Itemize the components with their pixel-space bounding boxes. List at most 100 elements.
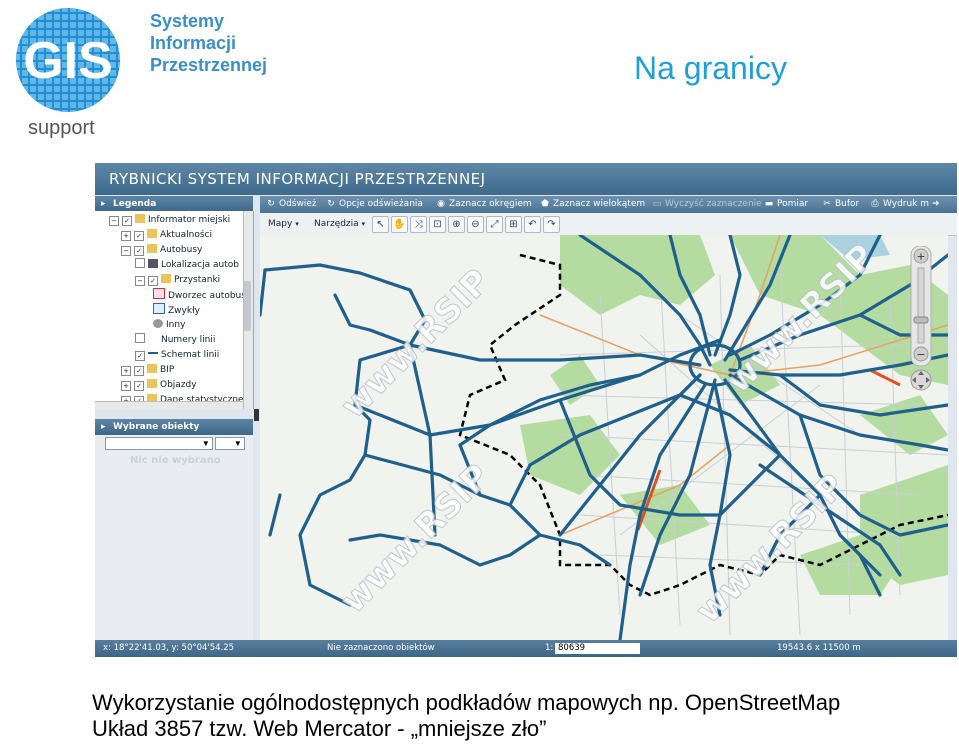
arrow-right-icon: ➜ [932, 199, 940, 209]
layer-select[interactable]: ▼ [105, 437, 213, 450]
next-view-tool[interactable]: ↷ [543, 216, 560, 233]
expand-icon[interactable]: − [135, 276, 145, 286]
previous-view-tool[interactable]: ↶ [524, 216, 541, 233]
buffer-icon: ✂ [823, 199, 831, 209]
select-circle-button[interactable]: ◉ Zaznacz okręgiem [436, 196, 532, 213]
selected-panel-header[interactable]: Wybrane obiekty [95, 419, 253, 435]
tree-item[interactable]: − ✓ Przystanki [135, 273, 220, 287]
tree-item[interactable]: Lokalizacja autob [135, 258, 239, 272]
zoom-control: + − [907, 245, 935, 391]
horizontal-scrollbar[interactable] [95, 401, 243, 409]
refresh-icon: ↻ [267, 199, 275, 209]
chevron-down-icon: ▾ [361, 220, 366, 228]
checkbox[interactable] [135, 333, 145, 343]
status-bar: x: 18°22'41.03, y: 50°04'54.25 Nie zazna… [95, 640, 957, 657]
tree-item[interactable]: Zwykły [153, 303, 200, 317]
map-view[interactable]: www.RSIP www.RSIP www.RSIP www.RSIP [260, 235, 948, 640]
zoom-in-tool[interactable]: ⊕ [448, 216, 465, 233]
logo-text: GIS [23, 32, 113, 90]
slide-caption: Wykorzystanie ogólnodostępnych podkładów… [92, 690, 840, 742]
chevron-down-icon: ▾ [295, 220, 299, 228]
pointer-icon: ↖ [376, 219, 385, 230]
checkbox[interactable]: ✓ [148, 276, 158, 286]
object-select[interactable]: ▼ [215, 437, 245, 450]
zoom-out-icon: ⊖ [471, 219, 480, 230]
panel-splitter-handle[interactable] [254, 409, 259, 421]
checkbox[interactable]: ✓ [135, 351, 145, 361]
gis-logo: GIS support [6, 6, 134, 139]
bus-stop-icon [153, 303, 165, 314]
zoom-slider-handle[interactable] [913, 316, 929, 324]
caption-line-1: Wykorzystanie ogólnodostępnych podkładów… [92, 690, 841, 715]
next-view-icon: ↷ [547, 219, 556, 230]
pointer-tool[interactable]: ↖ [372, 216, 389, 233]
folder-icon [161, 274, 171, 283]
zoom-extent-icon: ⤢ [490, 219, 499, 230]
coordinates-readout: x: 18°22'41.03, y: 50°04'54.25 [103, 643, 235, 653]
print-button[interactable]: ⎙ Wydruk m ➜ [870, 196, 940, 213]
tree-item[interactable]: Dworzec autobus [153, 288, 246, 302]
zoom-box-icon: ⊡ [433, 219, 442, 230]
maps-menu[interactable]: Mapy ▾ [268, 213, 299, 235]
route-tool[interactable]: ⤨ [410, 216, 427, 233]
zoom-slider-track[interactable] [917, 267, 925, 344]
zoom-selection-tool[interactable]: ⊞ [505, 216, 522, 233]
gis-app-window: RYBNICKI SYSTEM INFORMACJI PRZESTRZENNEJ… [95, 163, 957, 657]
tree-item[interactable]: + ✓ Objazdy [121, 378, 197, 392]
expand-icon[interactable]: − [109, 216, 119, 226]
tree-item[interactable]: ✓ Schemat linii [135, 348, 219, 362]
checkbox[interactable] [135, 258, 145, 268]
zoom-in-icon: ⊕ [452, 219, 461, 230]
org-line-3: Przestrzennej [150, 55, 268, 75]
pan-tool[interactable]: ✋ [391, 216, 408, 233]
route-icon: ⤨ [414, 219, 423, 230]
clear-selection-button[interactable]: ▭ Wyczyść zaznaczenie [652, 196, 762, 213]
map-canvas[interactable]: www.RSIP www.RSIP www.RSIP www.RSIP [260, 235, 948, 640]
svg-text:+: + [916, 250, 925, 263]
tools-menu[interactable]: Narzędzia ▾ [314, 213, 365, 235]
main-toolbar: ↻ Odśwież ↻ Opcje odświeżania ◉ Zaznacz okr… [260, 196, 957, 213]
expand-icon[interactable]: + [121, 231, 131, 241]
ruler-icon: ▬ [764, 199, 774, 209]
caption-line-2: Układ 3857 tzw. Web Mercator - „mniejsze… [92, 716, 547, 741]
refresh-options-button[interactable]: ↻ Opcje odświeżania [326, 196, 423, 213]
tree-item[interactable]: + ✓ BIP [121, 363, 174, 377]
measure-button[interactable]: ▬ Pomiar [764, 196, 808, 213]
expand-icon[interactable]: + [121, 381, 131, 391]
org-line-1: Systemy [150, 11, 225, 31]
tree-item[interactable]: Inny [153, 318, 185, 332]
legend-panel-header[interactable]: Legenda [95, 196, 253, 212]
map-extent: 19543.6 x 11500 m [777, 643, 861, 653]
expand-icon[interactable]: + [121, 366, 131, 376]
checkbox[interactable]: ✓ [134, 246, 144, 256]
hand-icon: ✋ [393, 219, 406, 230]
zoom-out-tool[interactable]: ⊖ [467, 216, 484, 233]
tree-item[interactable]: − ✓ Autobusy [121, 243, 202, 257]
previous-view-icon: ↶ [528, 219, 537, 230]
checkbox[interactable]: ✓ [134, 381, 144, 391]
highlighted-road [869, 368, 901, 387]
expand-icon[interactable]: − [121, 246, 131, 256]
tree-item[interactable]: Numery linii [135, 333, 215, 347]
circle-select-icon: ◉ [437, 199, 445, 209]
chevron-down-icon: ▼ [201, 439, 212, 448]
checkbox[interactable]: ✓ [134, 231, 144, 241]
refresh-button[interactable]: ↻ Odśwież [266, 196, 316, 213]
select-polygon-button[interactable]: ⬟ Zaznacz wielokątem [540, 196, 645, 213]
zoom-box-tool[interactable]: ⊡ [429, 216, 446, 233]
buffer-button[interactable]: ✂ Bufor [822, 196, 859, 213]
org-line-2: Informacji [150, 33, 237, 53]
tree-item[interactable]: + ✓ Aktualności [121, 228, 212, 242]
checkbox[interactable]: ✓ [134, 366, 144, 376]
scrollbar-thumb[interactable] [244, 281, 251, 331]
zoom-extent-tool[interactable]: ⤢ [486, 216, 503, 233]
svg-text:−: − [916, 348, 925, 361]
tree-item[interactable]: − ✓ Informator miejski [109, 213, 230, 227]
checkbox[interactable]: ✓ [122, 216, 132, 226]
zoom-selection-icon: ⊞ [509, 219, 518, 230]
pan-arrows-icon[interactable] [910, 369, 932, 391]
folder-icon [147, 364, 157, 373]
scale-input[interactable]: 80639 [555, 643, 640, 654]
folder-icon [135, 214, 145, 223]
refresh-options-icon: ↻ [327, 199, 335, 209]
